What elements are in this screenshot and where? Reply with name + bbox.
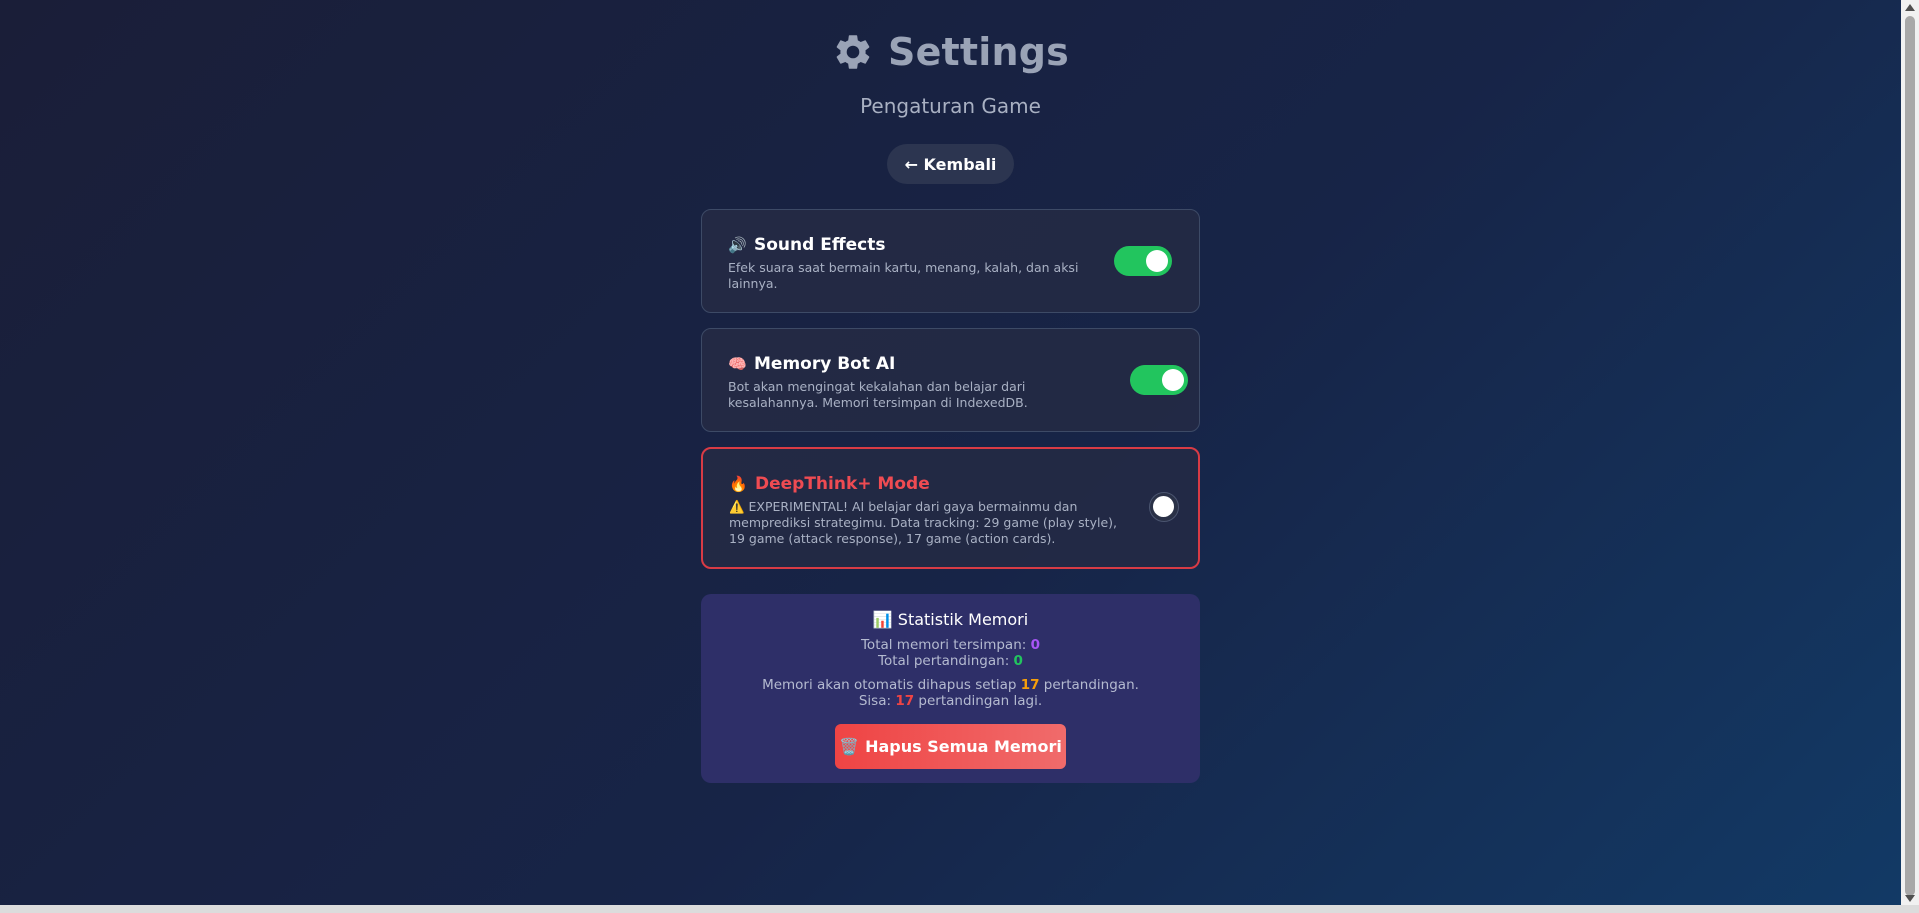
fire-icon: 🔥 bbox=[729, 475, 748, 493]
back-button[interactable]: ← Kembali bbox=[887, 144, 1014, 184]
scroll-thumb[interactable] bbox=[1905, 16, 1915, 896]
sound-effects-toggle[interactable] bbox=[1114, 246, 1172, 276]
total-matches-line: Total pertandingan: 0 bbox=[701, 653, 1200, 669]
auto-delete-prefix: Memori akan otomatis dihapus setiap bbox=[762, 677, 1021, 693]
vertical-scrollbar[interactable] bbox=[1901, 0, 1919, 905]
total-matches-label: Total pertandingan: bbox=[878, 653, 1014, 669]
settings-page: Settings Pengaturan Game ← Kembali 🔊 Sou… bbox=[0, 0, 1901, 913]
auto-delete-value: 17 bbox=[1020, 677, 1040, 693]
total-memory-value: 0 bbox=[1030, 637, 1040, 653]
stats-title: 📊 Statistik Memori bbox=[872, 610, 1029, 629]
setting-card-deepthink: 🔥 DeepThink+ Mode ⚠️ EXPERIMENTAL! AI be… bbox=[701, 447, 1200, 569]
page-header: Settings bbox=[0, 30, 1901, 74]
horizontal-scrollbar bbox=[0, 905, 1919, 913]
setting-title-label: Memory Bot AI bbox=[754, 354, 896, 374]
setting-card-sound-effects: 🔊 Sound Effects Efek suara saat bermain … bbox=[701, 209, 1200, 313]
setting-title-label: DeepThink+ Mode bbox=[755, 474, 930, 494]
gear-icon bbox=[836, 35, 870, 69]
memory-bot-toggle[interactable] bbox=[1130, 365, 1188, 395]
total-memory-label: Total memori tersimpan: bbox=[860, 637, 1031, 653]
setting-title-label: Sound Effects bbox=[754, 235, 886, 255]
page-title: Settings bbox=[888, 30, 1069, 74]
setting-title-memory-bot: 🧠 Memory Bot AI bbox=[728, 354, 895, 374]
scroll-down-arrow-icon[interactable] bbox=[1905, 895, 1915, 902]
remaining-prefix: Sisa: bbox=[858, 693, 896, 709]
delete-button-label: Hapus Semua Memori bbox=[865, 737, 1062, 756]
memory-stats-panel: 📊 Statistik Memori Total memori tersimpa… bbox=[701, 594, 1200, 783]
total-memory-line: Total memori tersimpan: 0 bbox=[701, 637, 1200, 653]
setting-description: Efek suara saat bermain kartu, menang, k… bbox=[728, 260, 1079, 291]
setting-description: ⚠️ EXPERIMENTAL! AI belajar dari gaya be… bbox=[729, 499, 1117, 546]
remaining-value: 17 bbox=[895, 693, 915, 709]
auto-delete-suffix: pertandingan. bbox=[1039, 677, 1139, 693]
page-subtitle: Pengaturan Game bbox=[860, 94, 1041, 118]
delete-all-memory-button[interactable]: 🗑️ Hapus Semua Memori bbox=[835, 724, 1066, 769]
auto-delete-line: Memori akan otomatis dihapus setiap 17 p… bbox=[701, 677, 1200, 693]
setting-title-deepthink: 🔥 DeepThink+ Mode bbox=[729, 474, 930, 494]
toggle-knob bbox=[1153, 496, 1174, 517]
total-matches-value: 0 bbox=[1013, 653, 1023, 669]
toggle-knob bbox=[1162, 369, 1184, 391]
setting-title-sound-effects: 🔊 Sound Effects bbox=[728, 235, 885, 255]
speaker-icon: 🔊 bbox=[728, 236, 747, 254]
deepthink-toggle[interactable] bbox=[1149, 492, 1179, 522]
toggle-knob bbox=[1146, 250, 1168, 272]
setting-description: Bot akan mengingat kekalahan dan belajar… bbox=[728, 379, 1028, 410]
trash-icon: 🗑️ bbox=[839, 737, 860, 756]
scroll-up-arrow-icon[interactable] bbox=[1905, 4, 1915, 11]
remaining-line: Sisa: 17 pertandingan lagi. bbox=[701, 693, 1200, 709]
setting-card-memory-bot: 🧠 Memory Bot AI Bot akan mengingat kekal… bbox=[701, 328, 1200, 432]
remaining-suffix: pertandingan lagi. bbox=[914, 693, 1043, 709]
brain-icon: 🧠 bbox=[728, 355, 747, 373]
